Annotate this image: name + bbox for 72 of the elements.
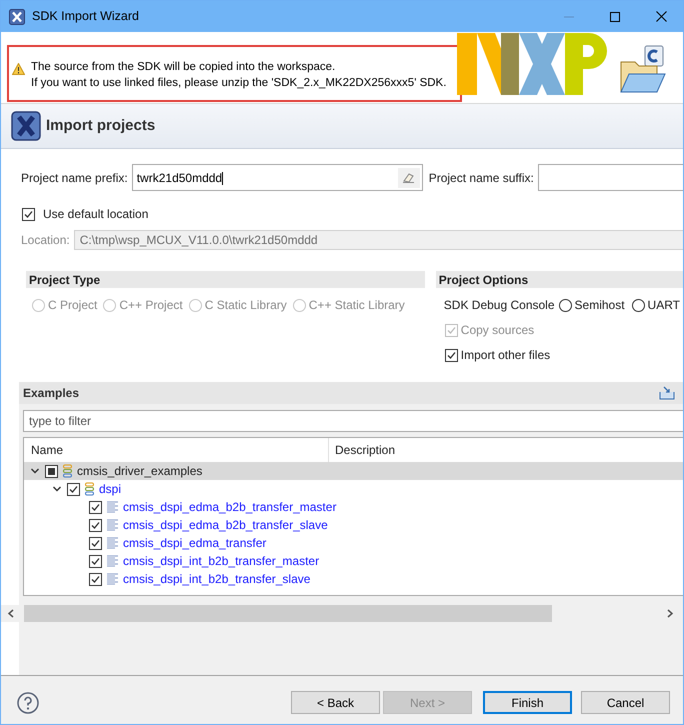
- close-icon[interactable]: [656, 11, 667, 22]
- document-lines-icon: [107, 555, 118, 567]
- prefix-field[interactable]: twrk21d50mddd: [132, 164, 423, 191]
- help-icon[interactable]: [17, 692, 39, 714]
- tree-item-label: cmsis_dspi_int_b2b_transfer_slave: [123, 571, 310, 588]
- document-lines-icon: [107, 573, 118, 585]
- tree-item-label: cmsis_dspi_edma_b2b_transfer_master: [123, 499, 336, 516]
- checkbox[interactable]: [89, 518, 102, 532]
- field-label: Project name suffix:: [428, 170, 534, 186]
- checkbox-label: Import other files: [460, 347, 550, 364]
- field-label: Project name prefix:: [21, 170, 128, 186]
- eraser-icon: [402, 172, 415, 182]
- checkbox[interactable]: [89, 572, 102, 586]
- document-lines-icon: [107, 501, 118, 513]
- radio-label: C Static Library: [204, 297, 287, 314]
- section-header: Project Type: [26, 271, 425, 288]
- window-title: SDK Import Wizard: [32, 8, 139, 26]
- tree-item-label: dspi: [99, 481, 122, 498]
- tree-row[interactable]: cmsis_driver_examples: [24, 462, 683, 480]
- radio-label: UART: [648, 297, 680, 314]
- document-lines-icon: [107, 519, 118, 531]
- maximize-icon[interactable]: [610, 12, 620, 22]
- dialog-button[interactable]: Finish: [483, 691, 572, 714]
- wizard-icon: [11, 111, 41, 141]
- radio-label: C++ Project: [119, 297, 183, 314]
- document-lines-icon: [107, 537, 118, 549]
- dialog-button[interactable]: < Back: [291, 691, 380, 714]
- stack-icon: [85, 482, 94, 496]
- radio-button[interactable]: [558, 298, 572, 312]
- checkbox[interactable]: [89, 554, 102, 568]
- section-header: Examples: [23, 385, 80, 402]
- checkbox[interactable]: [89, 536, 102, 550]
- scroll-right-icon[interactable]: [666, 609, 674, 618]
- checkbox[interactable]: [89, 500, 102, 514]
- page-title: Import projects: [46, 116, 156, 136]
- scroll-left-icon[interactable]: [7, 609, 15, 618]
- chevron-down-icon[interactable]: [52, 484, 62, 494]
- checkbox-label: Copy sources: [460, 322, 534, 339]
- suffix-field[interactable]: [538, 164, 683, 191]
- column-header[interactable]: Description: [329, 438, 683, 462]
- radio-label: Semihost: [574, 297, 625, 314]
- section-header: Project Options: [436, 271, 683, 288]
- radio-label: C Project: [48, 297, 98, 314]
- tree-item-label: cmsis_dspi_edma_b2b_transfer_slave: [123, 517, 328, 534]
- tree-item-label: cmsis_dspi_edma_transfer: [123, 535, 266, 552]
- warning-text: The source from the SDK will be copied into the workspace.: [31, 60, 336, 75]
- dialog-button[interactable]: Cancel: [581, 691, 670, 714]
- chevron-down-icon[interactable]: [30, 466, 40, 476]
- app-icon: [9, 8, 25, 24]
- stack-icon: [63, 464, 72, 478]
- warning-text: If you want to use linked files, please unzip the 'SDK_2.x_MK22DX256xxx5' SDK.: [31, 76, 446, 91]
- checkbox[interactable]: [22, 208, 35, 220]
- field-label: Location:: [21, 232, 70, 249]
- tree-item-label: cmsis_dspi_int_b2b_transfer_master: [123, 553, 320, 570]
- radio-button[interactable]: [632, 298, 645, 312]
- tree-item-label: cmsis_driver_examples: [77, 463, 202, 480]
- tree-row[interactable]: cmsis_dspi_edma_b2b_transfer_slave: [24, 516, 683, 534]
- tree-row[interactable]: dspi: [24, 480, 683, 498]
- filter-field[interactable]: type to filter: [23, 410, 683, 432]
- import-icon[interactable]: [659, 386, 675, 400]
- tree-row[interactable]: cmsis_dspi_edma_transfer: [24, 534, 683, 552]
- tree-row[interactable]: cmsis_dspi_int_b2b_transfer_master: [24, 552, 683, 570]
- checkbox-label: Use default location: [43, 206, 148, 223]
- warning-icon: [12, 63, 25, 75]
- tree-row[interactable]: cmsis_dspi_int_b2b_transfer_slave: [24, 570, 683, 588]
- checkbox[interactable]: [45, 464, 58, 478]
- checkbox[interactable]: [67, 482, 80, 496]
- tree-row[interactable]: cmsis_dspi_edma_b2b_transfer_master: [24, 498, 683, 516]
- clear-button[interactable]: [398, 168, 420, 188]
- radio-label: C++ Static Library: [308, 297, 405, 314]
- checkbox[interactable]: [444, 348, 458, 362]
- option-label: SDK Debug Console: [444, 297, 555, 314]
